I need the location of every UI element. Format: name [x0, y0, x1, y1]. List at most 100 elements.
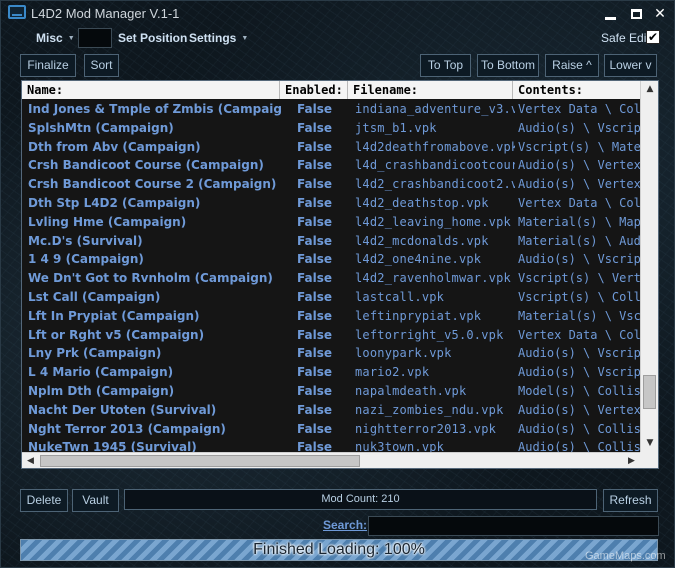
- sort-button[interactable]: Sort: [84, 54, 119, 77]
- list-item[interactable]: SplshMtn (Campaign) False jtsm_b1.vpk Audio…: [22, 119, 640, 138]
- safe-edit-checkbox[interactable]: ✔: [646, 30, 660, 44]
- scroll-right-icon[interactable]: ▶: [623, 453, 640, 468]
- column-header-enabled[interactable]: Enabled:: [280, 81, 348, 99]
- mod-enabled: False: [297, 139, 332, 154]
- list-item[interactable]: Crsh Bandicoot Course 2 (Campaign) False l…: [22, 175, 640, 194]
- list-item[interactable]: Ind Jones & Tmple of Zmbis (Campaign) Fal…: [22, 100, 640, 119]
- list-item[interactable]: Lft or Rght v5 (Campaign) False leftorrigh…: [22, 326, 640, 345]
- window-title: L4D2 Mod Manager V.1-1: [31, 6, 180, 21]
- list-item[interactable]: Dth from Abv (Campaign) False l4d2deathfro…: [22, 138, 640, 157]
- scroll-up-icon[interactable]: ▲: [641, 81, 658, 98]
- mod-filename: jtsm_b1.vpk: [355, 120, 437, 135]
- mod-filename: leftinprypiat.vpk: [355, 308, 482, 323]
- menu-settings[interactable]: Settings ▼: [189, 31, 248, 47]
- menu-misc-label: Misc: [36, 31, 63, 45]
- mod-enabled: False: [297, 158, 332, 173]
- scroll-left-icon[interactable]: ◀: [22, 453, 39, 468]
- vault-button[interactable]: Vault: [72, 489, 119, 512]
- to-bottom-button[interactable]: To Bottom: [477, 54, 539, 77]
- list-item[interactable]: Nplm Dth (Campaign) False napalmdeath.vpk M…: [22, 382, 640, 401]
- lower-button[interactable]: Lower v: [604, 54, 657, 77]
- menu-set-position[interactable]: Set Position: [118, 31, 187, 47]
- mod-name: Nacht Der Utoten (Survival): [28, 402, 217, 417]
- mod-contents: Audio(s) \ Vscript(s): [518, 252, 640, 267]
- list-item[interactable]: NukeTwn 1945 (Survival) False nuk3town.vpk…: [22, 438, 640, 452]
- list-item[interactable]: Nght Terror 2013 (Campaign) False nightter…: [22, 420, 640, 439]
- mod-name: 1 4 9 (Campaign): [28, 252, 144, 267]
- list-header: Name: Enabled: Filename: Contents:: [22, 81, 640, 99]
- position-input[interactable]: [78, 28, 112, 48]
- column-header-filename[interactable]: Filename:: [348, 81, 513, 99]
- mod-contents: Audio(s) \ Vscript(s): [518, 120, 640, 135]
- column-header-name[interactable]: Name:: [22, 81, 280, 99]
- mod-contents: Audio(s) \ Vertex Data: [518, 177, 640, 192]
- mod-name: Lft or Rght v5 (Campaign): [28, 327, 205, 342]
- mod-filename: l4d_crashbandicootcourse.vpk: [355, 158, 515, 173]
- list-item[interactable]: Dth Stp L4D2 (Campaign) False l4d2_deathst…: [22, 194, 640, 213]
- scroll-down-icon[interactable]: ▼: [641, 435, 658, 452]
- refresh-button[interactable]: Refresh: [603, 489, 658, 512]
- column-header-contents[interactable]: Contents:: [513, 81, 640, 99]
- mod-count: Mod Count: 210: [124, 489, 597, 510]
- search-label[interactable]: Search:: [323, 518, 367, 532]
- list-item[interactable]: Lft In Prypiat (Campaign) False leftinpryp…: [22, 307, 640, 326]
- mod-contents: Audio(s) \ Vertex Data: [518, 158, 640, 173]
- list-item[interactable]: Nacht Der Utoten (Survival) False nazi_zom…: [22, 401, 640, 420]
- mod-filename: leftorright_v5.0.vpk: [355, 327, 504, 342]
- mod-name: Mc.D's (Survival): [28, 233, 143, 248]
- mod-name: Lvling Hme (Campaign): [28, 214, 187, 229]
- mod-contents: Audio(s) \ Vertex Data: [518, 402, 640, 417]
- delete-button[interactable]: Delete: [20, 489, 68, 512]
- finalize-button[interactable]: Finalize: [20, 54, 76, 77]
- mod-filename: mario2.vpk: [355, 365, 430, 380]
- mod-contents: Audio(s) \ Collision(s): [518, 440, 640, 452]
- vertical-scroll-thumb[interactable]: [643, 375, 656, 409]
- mod-enabled: False: [297, 214, 332, 229]
- mod-enabled: False: [297, 421, 332, 436]
- list-item[interactable]: 1 4 9 (Campaign) False l4d2_one4nine.vpk Au…: [22, 250, 640, 269]
- menu-misc[interactable]: Misc ▼: [36, 31, 75, 47]
- mod-name: L 4 Mario (Campaign): [28, 365, 174, 380]
- mod-contents: Vscript(s) \ Collision: [518, 290, 640, 304]
- list-item[interactable]: L 4 Mario (Campaign) False mario2.vpk Audio…: [22, 363, 640, 382]
- list-item[interactable]: Lvling Hme (Campaign) False l4d2_leaving_h…: [22, 213, 640, 232]
- mod-enabled: False: [297, 177, 332, 192]
- watermark: GameMaps.com: [585, 550, 666, 562]
- mod-contents: Vscript(s) \ Vertex Data: [518, 271, 640, 286]
- mod-name: SplshMtn (Campaign): [28, 120, 174, 135]
- maximize-icon[interactable]: [631, 9, 642, 19]
- mod-filename: l4d2_leaving_home.vpk: [355, 214, 511, 229]
- mod-filename: l4d2_crashbandicoot2.vpk: [355, 177, 515, 192]
- list-item[interactable]: Crsh Bandicoot Course (Campaign) False l4d…: [22, 156, 640, 175]
- list-item[interactable]: Lst Call (Campaign) False lastcall.vpk Vscr…: [22, 288, 640, 307]
- horizontal-scroll-thumb[interactable]: [40, 455, 360, 467]
- close-button[interactable]: ✕: [649, 4, 671, 24]
- mod-filename: napalmdeath.vpk: [355, 384, 467, 398]
- mod-filename: l4d2_one4nine.vpk: [355, 252, 482, 267]
- loading-progress-bar: Finished Loading: 100%: [20, 539, 658, 561]
- mod-name: Dth from Abv (Campaign): [28, 139, 201, 154]
- mod-enabled: False: [297, 271, 332, 286]
- mod-list[interactable]: Name: Enabled: Filename: Contents: Ind J…: [21, 80, 659, 469]
- mod-enabled: False: [297, 233, 332, 248]
- mod-contents: Material(s) \ Audio(s): [518, 233, 640, 248]
- raise-button[interactable]: Raise ^: [545, 54, 599, 77]
- mod-name: Crsh Bandicoot Course 2 (Campaign): [28, 177, 277, 192]
- minimize-icon[interactable]: [605, 17, 616, 20]
- mod-contents: Audio(s) \ Vscript(s): [518, 365, 640, 380]
- horizontal-scrollbar[interactable]: ◀ ▶: [22, 452, 640, 468]
- list-item[interactable]: Mc.D's (Survival) False l4d2_mcdonalds.vpk…: [22, 232, 640, 251]
- list-item[interactable]: We Dn't Got to Rvnholm (Campaign) False l4…: [22, 269, 640, 288]
- vertical-scrollbar[interactable]: ▲ ▼: [640, 81, 658, 452]
- mod-enabled: False: [297, 290, 332, 304]
- mod-contents: Audio(s) \ Collision(s): [518, 421, 640, 436]
- loading-status: Finished Loading: 100%: [253, 541, 425, 558]
- mod-filename: loonypark.vpk: [355, 346, 452, 361]
- mod-contents: Material(s) \ Map(s): [518, 214, 640, 229]
- title-bar[interactable]: L4D2 Mod Manager V.1-1 ✕: [1, 1, 675, 27]
- list-item[interactable]: Lny Prk (Campaign) False loonypark.vpk Audi…: [22, 344, 640, 363]
- mod-contents: Audio(s) \ Vscript(s): [518, 346, 640, 361]
- mod-enabled: False: [297, 365, 332, 380]
- search-input[interactable]: [368, 516, 659, 536]
- to-top-button[interactable]: To Top: [420, 54, 471, 77]
